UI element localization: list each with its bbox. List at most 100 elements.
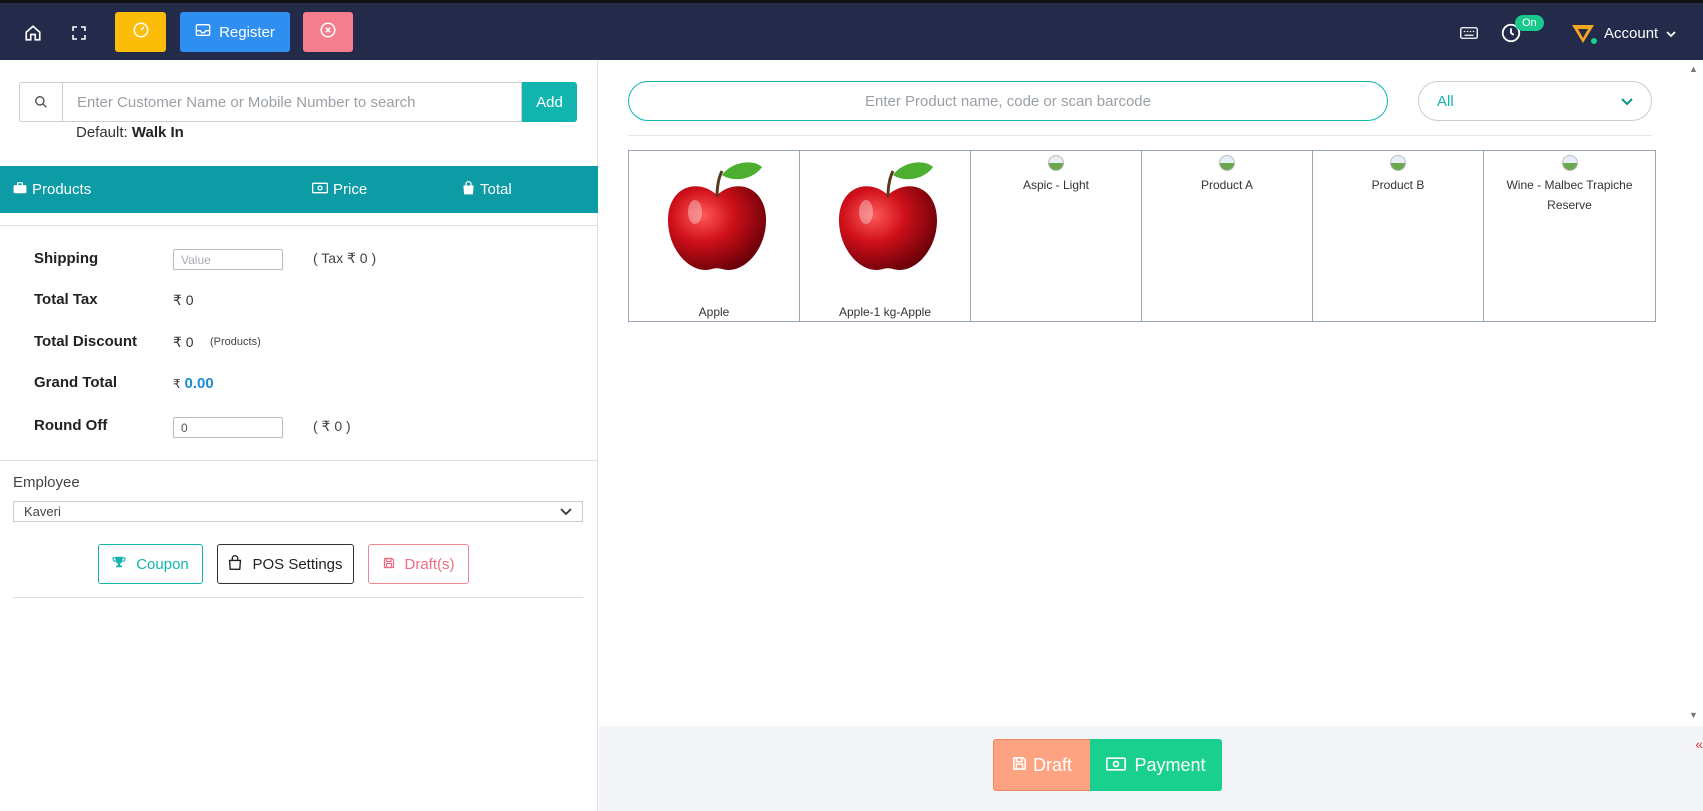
scroll-down-arrow[interactable]: ▼ [1689,710,1699,720]
grand-total-label: Grand Total [34,374,118,391]
image-placeholder-icon [1219,155,1235,171]
products-panel: Enter Product name, code or scan barcode… [599,60,1703,811]
products-column-label: Products [32,181,92,198]
close-circle-icon [319,21,337,43]
divider [0,225,598,226]
product-name: Product B [1371,178,1425,192]
scroll-up-arrow[interactable]: ▲ [1689,64,1699,74]
product-name: Aspic - Light [1022,178,1090,192]
cart-table-header: Products Price Total [0,166,598,213]
product-card[interactable]: Product A [1142,151,1313,321]
cart-panel: Add Default: Walk In Products Price Tota… [0,60,598,811]
pos-settings-button[interactable]: POS Settings [217,544,354,584]
coupon-label: Coupon [136,555,189,573]
divider [0,460,598,461]
speedometer-icon [132,21,150,43]
default-customer: Default: Walk In [76,124,184,141]
total-discount-note: (Products) [210,336,261,348]
top-navbar: Register On Account [0,0,1703,60]
product-search-placeholder: Enter Product name, code or scan barcode [865,92,1151,110]
image-placeholder-icon [1561,155,1578,171]
shipping-input[interactable] [173,249,283,270]
total-column-label: Total [480,181,512,198]
trophy-icon [112,555,126,573]
image-placeholder-icon [1390,155,1406,171]
checkout-bar: Draft Payment [599,726,1703,811]
total-discount-label: Total Discount [34,333,138,350]
register-label: Register [219,23,275,41]
chevron-down-icon [1666,25,1676,42]
close-register-button[interactable] [303,12,353,52]
product-search-input[interactable]: Enter Product name, code or scan barcode [628,81,1388,121]
category-selected: All [1437,92,1454,110]
product-card[interactable]: Product B [1313,151,1484,321]
inbox-icon [195,23,211,41]
money-icon [312,181,328,198]
product-name: Apple-1 kg-Apple [838,305,932,319]
coupon-button[interactable]: Coupon [98,544,203,584]
round-off-input[interactable] [173,417,283,438]
product-name: Apple [698,305,730,319]
divider [13,597,583,598]
product-card[interactable]: Apple [629,151,800,321]
status-badge: On [1515,15,1544,31]
category-select[interactable]: All [1418,81,1652,121]
payment-label: Payment [1134,754,1206,775]
save-icon [1012,755,1027,776]
payment-button[interactable]: Payment [1090,739,1222,791]
total-column-header: Total [462,166,512,213]
draft-label: Draft [1032,754,1072,775]
bag-icon [228,554,242,574]
keyboard-icon[interactable] [1460,3,1478,63]
double-arrow-left-icon[interactable]: « [1695,736,1703,752]
apple-image [667,162,767,270]
divider [628,135,1652,136]
total-tax-value: ₹ 0 [173,292,194,308]
save-icon [383,556,395,573]
price-column-label: Price [333,181,368,198]
brand-logo-icon [1570,21,1598,45]
fullscreen-icon[interactable] [59,15,99,51]
clock-icon[interactable] [1500,3,1522,63]
employee-label: Employee [13,474,80,491]
product-name: Wine - Malbec Trapiche Reserve [1506,178,1633,212]
add-customer-button[interactable]: Add [522,82,577,122]
employee-select[interactable]: Kaveri [13,501,583,522]
shipping-tax: ( Tax ₹ 0 ) [313,250,377,266]
round-off-note: ( ₹ 0 ) [313,418,351,434]
grand-total-value: 0.00 [184,375,214,392]
product-card[interactable]: Wine - Malbec Trapiche Reserve [1484,151,1655,321]
grand-total-currency: ₹ [173,377,181,391]
product-card[interactable]: Aspic - Light [971,151,1142,321]
total-discount-value: ₹ 0 [173,334,194,350]
price-column-header: Price [312,166,367,213]
chevron-down-icon [1621,93,1633,110]
image-placeholder-icon [1048,155,1064,171]
account-label: Account [1604,24,1659,42]
total-tax-label: Total Tax [34,291,98,308]
drafts-button[interactable]: Draft(s) [368,544,469,584]
default-customer-prefix: Default: [76,124,128,141]
account-menu[interactable]: Account [1570,3,1676,63]
customer-search-input[interactable] [62,82,522,122]
default-customer-value: Walk In [131,124,184,141]
products-column-header: Products [13,166,91,213]
money-icon [1106,755,1127,776]
draft-button[interactable]: Draft [993,739,1091,791]
pos-settings-label: POS Settings [252,555,343,573]
customer-search: Add [19,82,577,122]
apple-image [838,162,938,270]
dashboard-button[interactable] [115,12,166,52]
home-icon[interactable] [13,15,53,51]
drafts-label: Draft(s) [404,555,455,573]
product-grid: Apple Apple-1 kg-Apple Aspic - Light Pro… [628,150,1656,322]
register-button[interactable]: Register [180,12,290,52]
chevron-down-icon [560,504,572,519]
product-card[interactable]: Apple-1 kg-Apple [800,151,971,321]
round-off-label: Round Off [34,417,108,434]
employee-selected: Kaveri [24,504,61,519]
grand-total: ₹ 0.00 [173,375,214,392]
shipping-label: Shipping [34,250,99,267]
search-icon [19,82,62,122]
product-name: Product A [1200,178,1254,192]
